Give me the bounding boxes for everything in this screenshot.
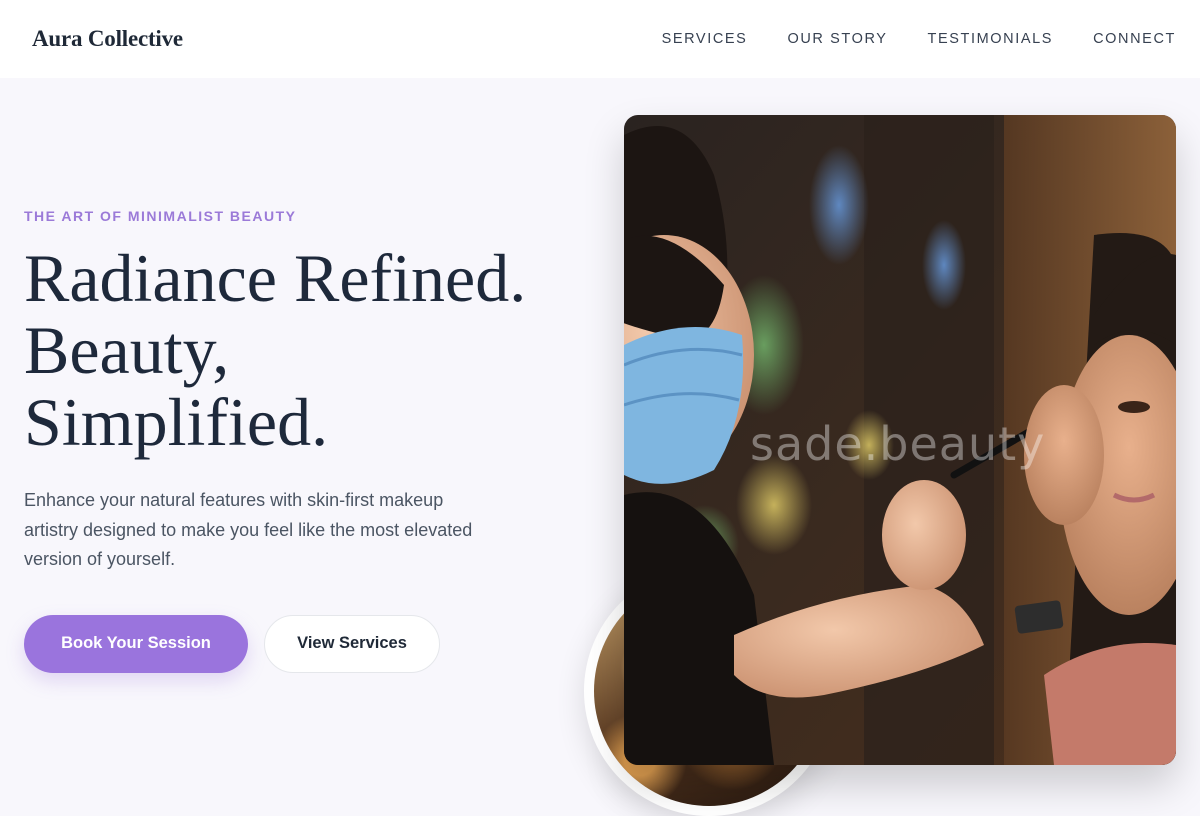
nav-link-services[interactable]: SERVICES: [662, 31, 748, 47]
hero-description: Enhance your natural features with skin-…: [24, 490, 473, 569]
headline-line: Radiance Refined.: [24, 240, 527, 316]
nav-link-testimonials[interactable]: TESTIMONIALS: [928, 31, 1054, 47]
nav-link-connect[interactable]: CONNECT: [1093, 31, 1176, 47]
book-session-button[interactable]: Book Your Session: [24, 614, 248, 673]
headline-line: Beauty,: [24, 312, 230, 388]
view-services-button[interactable]: View Services: [264, 614, 440, 673]
cta-group: Book Your Session View Services: [24, 614, 584, 673]
photo-watermark: sade.beauty: [750, 417, 1046, 471]
brand-logo[interactable]: Aura Collective: [32, 26, 183, 52]
hero-photo: sade.beauty: [624, 115, 1176, 765]
hero-headline: Radiance Refined. Beauty, Simplified.: [24, 242, 584, 458]
hero-eyebrow: THE ART OF MINIMALIST BEAUTY: [24, 208, 297, 224]
hero-content: THE ART OF MINIMALIST BEAUTY Radiance Re…: [24, 208, 584, 673]
headline-line: Simplified.: [24, 384, 329, 460]
site-header: Aura Collective SERVICES OUR STORY TESTI…: [0, 0, 1200, 78]
nav-link-our-story[interactable]: OUR STORY: [787, 31, 887, 47]
main-nav: SERVICES OUR STORY TESTIMONIALS CONNECT: [662, 31, 1176, 47]
